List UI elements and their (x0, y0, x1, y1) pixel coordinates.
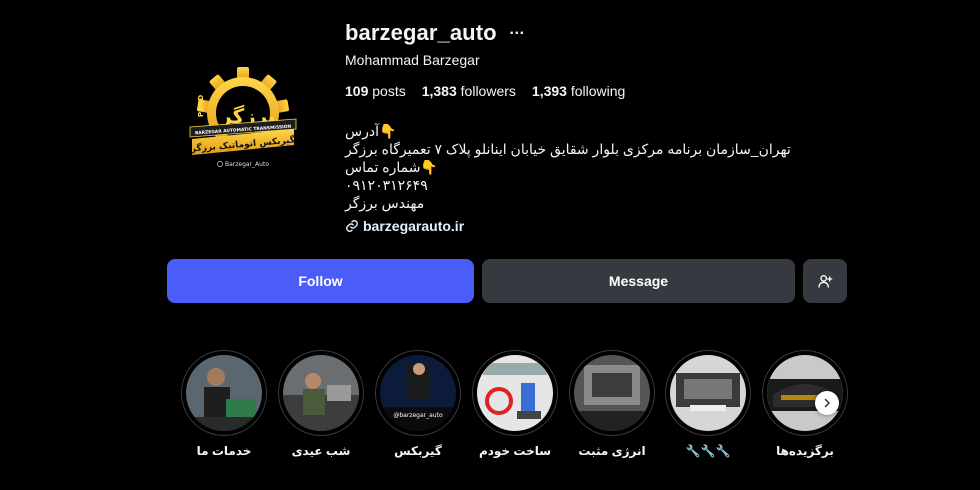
link-text[interactable]: barzegarauto.ir (363, 218, 464, 234)
add-user-icon (818, 275, 833, 288)
highlight-label: ساخت خودم (478, 444, 552, 458)
svg-text:@barzegar_auto: @barzegar_auto (393, 412, 443, 419)
highlight-label: انرژی مثبت (578, 444, 646, 458)
chevron-right-icon (824, 398, 830, 408)
bio-line: مهندس برزگر (345, 195, 425, 211)
highlight-thumbnail (186, 355, 262, 431)
bio-line: ۰۹۱۲۰۳۱۲۶۴۹ (345, 177, 428, 193)
highlight-thumbnail (670, 355, 746, 431)
highlight-item[interactable]: انرژی مثبت (569, 350, 655, 458)
username: barzegar_auto (345, 20, 497, 45)
suggested-users-button[interactable] (803, 259, 847, 303)
highlight-label: شب عیدی (291, 444, 351, 458)
link-icon (346, 220, 358, 232)
bio-line: 👇شماره تماس (345, 159, 438, 175)
highlight-label: 🔧🔧🔧 (685, 444, 731, 458)
follow-button[interactable]: Follow (167, 259, 474, 303)
highlight-item[interactable]: ساخت خودم (472, 350, 558, 458)
highlight-item[interactable]: @barzegar_auto گیربکس (375, 350, 461, 458)
highlight-item[interactable]: 🔧🔧🔧 (665, 350, 751, 458)
barzegar-logo: PRND برزگر BARZEGAR AUTOMATIC TRANSMISSI… (186, 65, 300, 179)
posts-stat: 109 posts (345, 83, 406, 99)
svg-text:PRND: PRND (197, 95, 205, 117)
highlight-thumbnail (283, 355, 359, 431)
more-options-icon[interactable]: … (509, 21, 526, 39)
highlight-item[interactable]: شب عیدی (278, 350, 364, 458)
highlight-label: برگزیده‌ها (776, 444, 834, 458)
highlight-thumbnail (574, 355, 650, 431)
highlight-thumbnail (477, 355, 553, 431)
profile-info: barzegar_auto … Mohammad Barzegar 109 po… (345, 18, 845, 234)
highlights-next-button[interactable] (815, 391, 839, 415)
svg-text:Barzegar_Auto: Barzegar_Auto (225, 161, 269, 168)
following-stat[interactable]: 1,393 following (532, 83, 625, 99)
bio-line: 👇آدرس (345, 123, 397, 139)
profile-stats: 109 posts 1,383 followers 1,393 followin… (345, 83, 845, 99)
highlight-label: گیربکس (394, 444, 442, 458)
highlight-item[interactable]: خدمات ما (181, 350, 267, 458)
message-button[interactable]: Message (482, 259, 795, 303)
bio-line: تهران_سازمان برنامه مرکزی بلوار شقایق خی… (345, 141, 791, 157)
external-link[interactable]: barzegarauto.ir (345, 218, 845, 234)
profile-avatar[interactable]: PRND برزگر BARZEGAR AUTOMATIC TRANSMISSI… (186, 65, 300, 179)
bio: 👇آدرس تهران_سازمان برنامه مرکزی بلوار شق… (345, 122, 845, 212)
highlight-label: خدمات ما (196, 444, 252, 458)
followers-stat[interactable]: 1,383 followers (422, 83, 516, 99)
full-name: Mohammad Barzegar (345, 52, 480, 68)
highlight-thumbnail: @barzegar_auto (380, 355, 456, 431)
